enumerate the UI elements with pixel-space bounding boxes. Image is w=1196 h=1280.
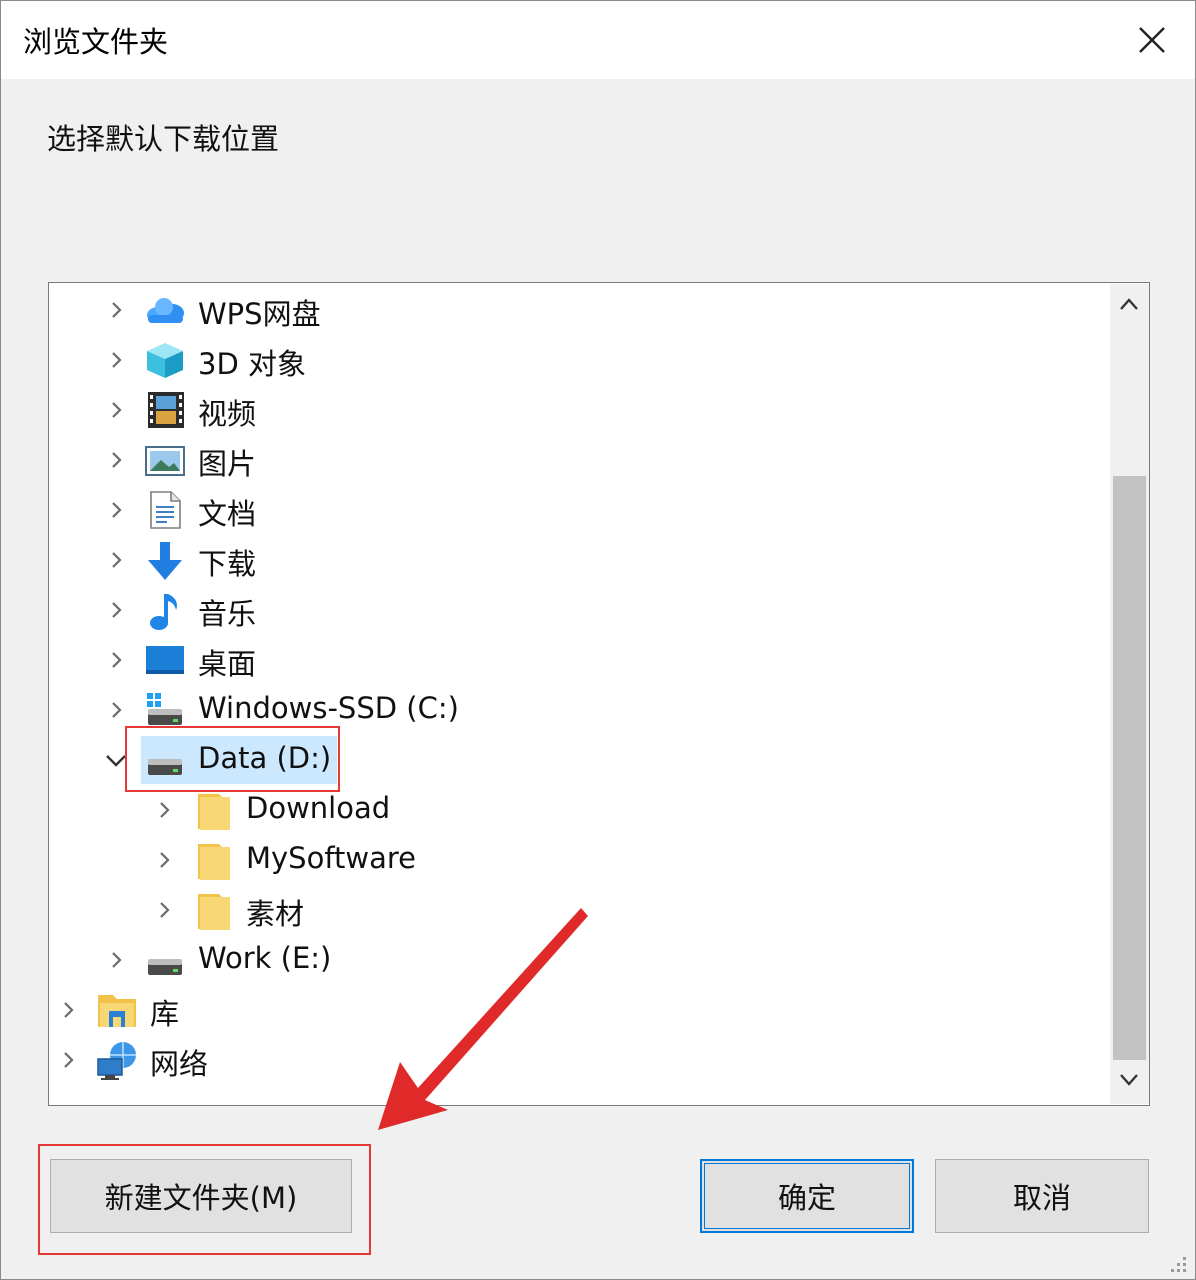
tree-item-pictures[interactable]: 图片 xyxy=(49,435,1104,485)
tree-item-label: Download xyxy=(246,791,391,825)
tree-item-3d-objects[interactable]: 3D 对象 xyxy=(49,335,1104,385)
tree-item-folder-download[interactable]: Download xyxy=(49,785,1104,835)
window-title: 浏览文件夹 xyxy=(23,25,169,59)
tree-item-label: 素材 xyxy=(246,897,305,931)
chevron-right-icon[interactable] xyxy=(107,351,125,369)
browse-folder-dialog: 浏览文件夹 选择默认下载位置 WPS网盘 3D 对象 视频 图片 文档 下载 音… xyxy=(0,0,1196,1280)
tree-item-folder-mysoftware[interactable]: MySoftware xyxy=(49,835,1104,885)
chevron-right-icon[interactable] xyxy=(155,851,173,869)
folder-icon xyxy=(197,791,237,830)
music-icon xyxy=(147,591,187,630)
chevron-right-icon[interactable] xyxy=(107,501,125,519)
cloud-icon xyxy=(145,291,185,329)
close-icon xyxy=(1139,27,1165,53)
dialog-prompt: 选择默认下载位置 xyxy=(47,122,280,156)
tree-item-label: MySoftware xyxy=(246,841,417,875)
scroll-down-button[interactable] xyxy=(1110,1060,1149,1104)
tree-item-label: 桌面 xyxy=(198,647,257,681)
cancel-button[interactable]: 取消 xyxy=(935,1159,1149,1233)
folder-icon xyxy=(197,891,237,930)
tree-item-downloads[interactable]: 下载 xyxy=(49,535,1104,585)
desktop-icon xyxy=(145,641,185,679)
chevron-right-icon[interactable] xyxy=(59,1051,77,1069)
tree-item-music[interactable]: 音乐 xyxy=(49,585,1104,635)
tree-item-label: Data (D:) xyxy=(198,741,332,775)
resize-grip-icon[interactable] xyxy=(1161,1249,1189,1275)
documents-icon xyxy=(147,491,187,529)
download-icon xyxy=(145,541,185,580)
chevron-right-icon[interactable] xyxy=(59,1001,77,1019)
chevron-right-icon[interactable] xyxy=(155,801,173,819)
chevron-right-icon[interactable] xyxy=(107,651,125,669)
ok-button[interactable]: 确定 xyxy=(700,1159,914,1233)
tree-item-folder-sucai[interactable]: 素材 xyxy=(49,885,1104,935)
tree-item-videos[interactable]: 视频 xyxy=(49,385,1104,435)
3d-objects-icon xyxy=(145,341,185,379)
chevron-up-icon xyxy=(1120,298,1138,310)
tree-item-wps-cloud[interactable]: WPS网盘 xyxy=(49,285,1104,335)
tree-item-libraries[interactable]: 库 xyxy=(49,985,1104,1035)
tree-item-label: WPS网盘 xyxy=(198,297,321,331)
folder-tree[interactable]: WPS网盘 3D 对象 视频 图片 文档 下载 音乐 桌面 Windows-SS… xyxy=(48,282,1150,1106)
chevron-right-icon[interactable] xyxy=(107,701,125,719)
tree-item-label: 库 xyxy=(150,997,180,1031)
tree-item-desktop[interactable]: 桌面 xyxy=(49,635,1104,685)
title-bar: 浏览文件夹 xyxy=(1,1,1195,79)
chevron-down-icon[interactable] xyxy=(105,751,126,769)
chevron-right-icon[interactable] xyxy=(155,901,173,919)
scrollbar-thumb[interactable] xyxy=(1113,476,1146,1060)
drive-icon xyxy=(145,941,185,979)
chevron-right-icon[interactable] xyxy=(107,951,125,969)
network-icon xyxy=(97,1041,137,1080)
chevron-right-icon[interactable] xyxy=(107,301,125,319)
new-folder-button[interactable]: 新建文件夹(M) xyxy=(50,1159,352,1233)
folder-icon xyxy=(197,841,237,880)
tree-item-label: Windows-SSD (C:) xyxy=(198,691,459,725)
tree-item-label: 网络 xyxy=(150,1047,209,1081)
pictures-icon xyxy=(145,441,185,479)
tree-item-label: 音乐 xyxy=(198,597,257,631)
tree-item-drive-d[interactable]: Data (D:) xyxy=(49,735,1104,785)
video-icon xyxy=(147,391,187,429)
library-icon xyxy=(97,991,137,1029)
chevron-right-icon[interactable] xyxy=(107,401,125,419)
tree-item-label: 下载 xyxy=(198,547,257,581)
drive-icon xyxy=(145,741,185,779)
tree-item-label: Work (E:) xyxy=(198,941,332,975)
windows-drive-icon xyxy=(145,691,185,729)
tree-item-documents[interactable]: 文档 xyxy=(49,485,1104,535)
tree-item-label: 图片 xyxy=(198,447,257,481)
chevron-right-icon[interactable] xyxy=(107,451,125,469)
vertical-scrollbar[interactable] xyxy=(1110,284,1149,1104)
tree-item-network[interactable]: 网络 xyxy=(49,1035,1104,1085)
close-button[interactable] xyxy=(1121,9,1183,71)
chevron-right-icon[interactable] xyxy=(107,551,125,569)
tree-item-drive-c[interactable]: Windows-SSD (C:) xyxy=(49,685,1104,735)
tree-item-label: 3D 对象 xyxy=(198,347,306,381)
tree-item-drive-e[interactable]: Work (E:) xyxy=(49,935,1104,985)
tree-item-label: 文档 xyxy=(198,497,257,531)
scroll-up-button[interactable] xyxy=(1110,284,1149,328)
chevron-right-icon[interactable] xyxy=(107,601,125,619)
tree-item-label: 视频 xyxy=(198,397,257,431)
chevron-down-icon xyxy=(1120,1074,1138,1086)
